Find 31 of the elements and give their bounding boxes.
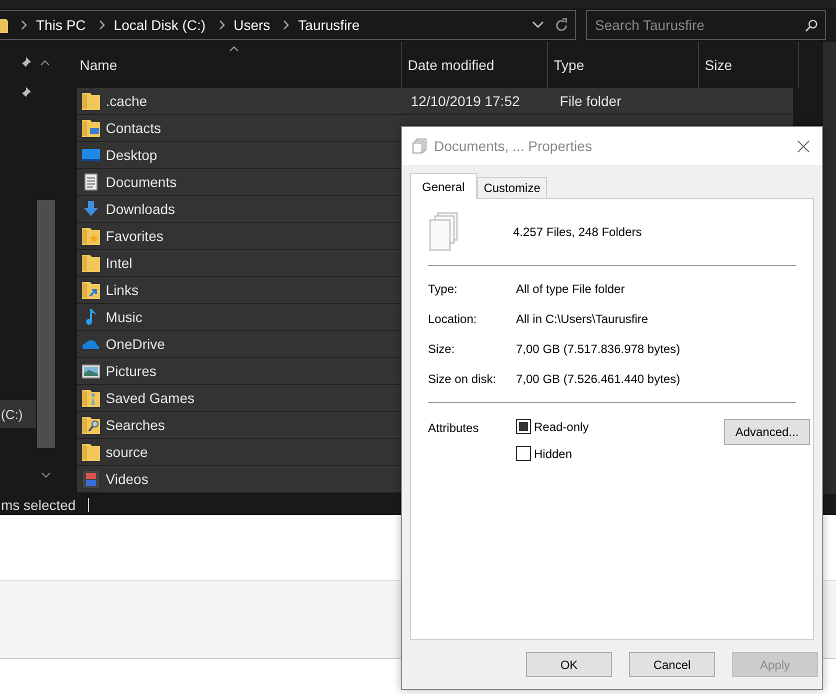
- file-name: .cache: [106, 93, 148, 109]
- file-name: Favorites: [106, 228, 164, 244]
- property-label: Size on disk:: [428, 372, 498, 386]
- file-name: Intel: [106, 255, 134, 271]
- file-name: OneDrive: [106, 336, 166, 352]
- file-name: Contacts: [106, 120, 162, 136]
- property-label: Location:: [428, 312, 478, 326]
- type-cell-text: File folder: [558, 93, 622, 109]
- dialog-title: Documents, ... Properties: [434, 138, 593, 154]
- summary-text: 4.257 Files, 248 Folders: [513, 225, 642, 239]
- checkbox-label: Hidden: [534, 446, 572, 460]
- property-value: All of type File folder: [516, 282, 626, 296]
- file-name: Music: [106, 309, 144, 325]
- property-value: All in C:\Users\Taurusfire: [516, 312, 650, 326]
- property-label: Size:: [428, 342, 456, 356]
- file-name: Documents: [106, 174, 178, 190]
- file-name: Saved Games: [106, 390, 196, 406]
- property-label: Type:: [428, 282, 458, 296]
- file-name: Pictures: [106, 363, 158, 379]
- date-cell-text: 12/10/2019 17:52: [410, 93, 521, 109]
- status-text: ms selected: [1, 496, 76, 512]
- property-value: 7,00 GB (7.526.461.440 bytes): [516, 372, 682, 386]
- file-name: source: [106, 444, 149, 460]
- file-name: Videos: [106, 471, 150, 487]
- file-name: Downloads: [106, 201, 176, 217]
- file-name: Searches: [106, 417, 166, 433]
- file-name: Desktop: [106, 147, 158, 163]
- attributes-label: Attributes: [428, 420, 480, 435]
- property-value: 7,00 GB (7.517.836.978 bytes): [516, 342, 682, 356]
- checkbox-label: Read-only: [534, 420, 589, 434]
- file-name: Links: [106, 282, 140, 298]
